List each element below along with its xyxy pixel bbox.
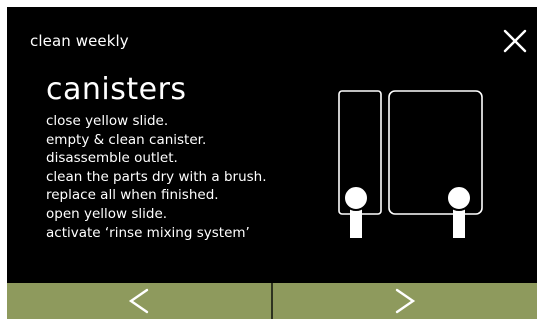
instruction-step: close yellow slide. <box>46 113 169 129</box>
instruction-step: clean the parts dry with a brush. <box>46 168 267 185</box>
instruction-step: disassemble outlet. <box>46 150 178 167</box>
chevron-left-icon <box>128 288 149 314</box>
canisters-illustration <box>338 90 483 238</box>
instruction-list: close yellow slide. empty & clean canist… <box>46 112 267 242</box>
chevron-right-icon <box>395 288 416 314</box>
instruction-step: open yellow slide. <box>46 205 168 222</box>
instruction-step: empty & clean canister. <box>46 131 207 148</box>
small-canister-outlet <box>343 185 369 238</box>
instruction-step: replace all when finished. <box>46 187 219 204</box>
previous-button[interactable] <box>7 283 271 319</box>
instruction-screen: clean weekly canisters close yellow slid… <box>7 7 537 319</box>
page-title: canisters <box>46 72 187 107</box>
large-canister-outlet <box>446 185 472 238</box>
close-icon <box>503 29 527 53</box>
instruction-step: activate ‘rinse mixing system’ <box>46 224 250 241</box>
navigation-bar <box>7 283 537 319</box>
close-button[interactable] <box>503 29 527 53</box>
screen-title: clean weekly <box>30 32 129 50</box>
next-button[interactable] <box>273 283 537 319</box>
